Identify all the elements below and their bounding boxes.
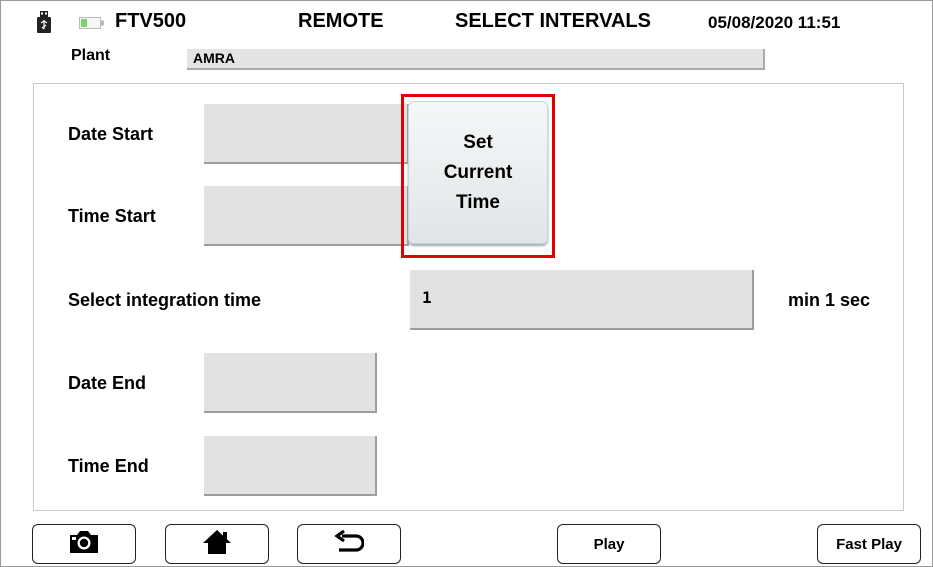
camera-button[interactable]	[32, 524, 136, 564]
date-end-field[interactable]	[204, 353, 377, 413]
battery-icon	[79, 16, 105, 29]
set-current-time-button[interactable]: Set Current Time	[408, 101, 548, 244]
screen-title: SELECT INTERVALS	[455, 10, 651, 32]
date-end-label: Date End	[68, 373, 147, 393]
home-button[interactable]	[165, 524, 269, 564]
back-button[interactable]	[297, 524, 401, 564]
set-current-time-line-1: Set	[463, 131, 493, 153]
mode-label: REMOTE	[298, 10, 384, 32]
plant-label: Plant	[71, 47, 111, 64]
device-name: FTV500	[115, 10, 187, 32]
fast-play-label: Fast Play	[836, 535, 902, 553]
usb-drive-icon	[37, 11, 51, 33]
play-button[interactable]: Play	[557, 524, 661, 564]
integration-unit-label: min 1 sec	[788, 290, 871, 310]
datetime: 05/08/2020 11:51	[708, 13, 841, 32]
fast-play-button[interactable]: Fast Play	[817, 524, 921, 564]
time-start-label: Time Start	[68, 206, 156, 226]
integration-time-field[interactable]: 1	[410, 270, 754, 330]
back-arrow-icon	[334, 529, 365, 559]
time-start-field[interactable]	[204, 186, 409, 246]
set-current-time-line-2: Current	[443, 161, 513, 183]
camera-icon	[68, 530, 100, 559]
time-end-field[interactable]	[204, 436, 377, 496]
date-start-field[interactable]	[204, 104, 409, 164]
time-end-label: Time End	[68, 456, 149, 476]
date-start-label: Date Start	[68, 124, 154, 144]
integration-time-label: Select integration time	[68, 290, 262, 310]
home-icon	[203, 529, 231, 559]
play-label: Play	[593, 535, 625, 553]
device-screen: FTV500 REMOTE SELECT INTERVALS 05/08/202…	[0, 0, 933, 567]
plant-field[interactable]: AMRA	[187, 49, 765, 70]
set-current-time-line-3: Time	[455, 191, 500, 213]
form-panel: Date Start Time Start Set Current Time S…	[33, 83, 904, 511]
